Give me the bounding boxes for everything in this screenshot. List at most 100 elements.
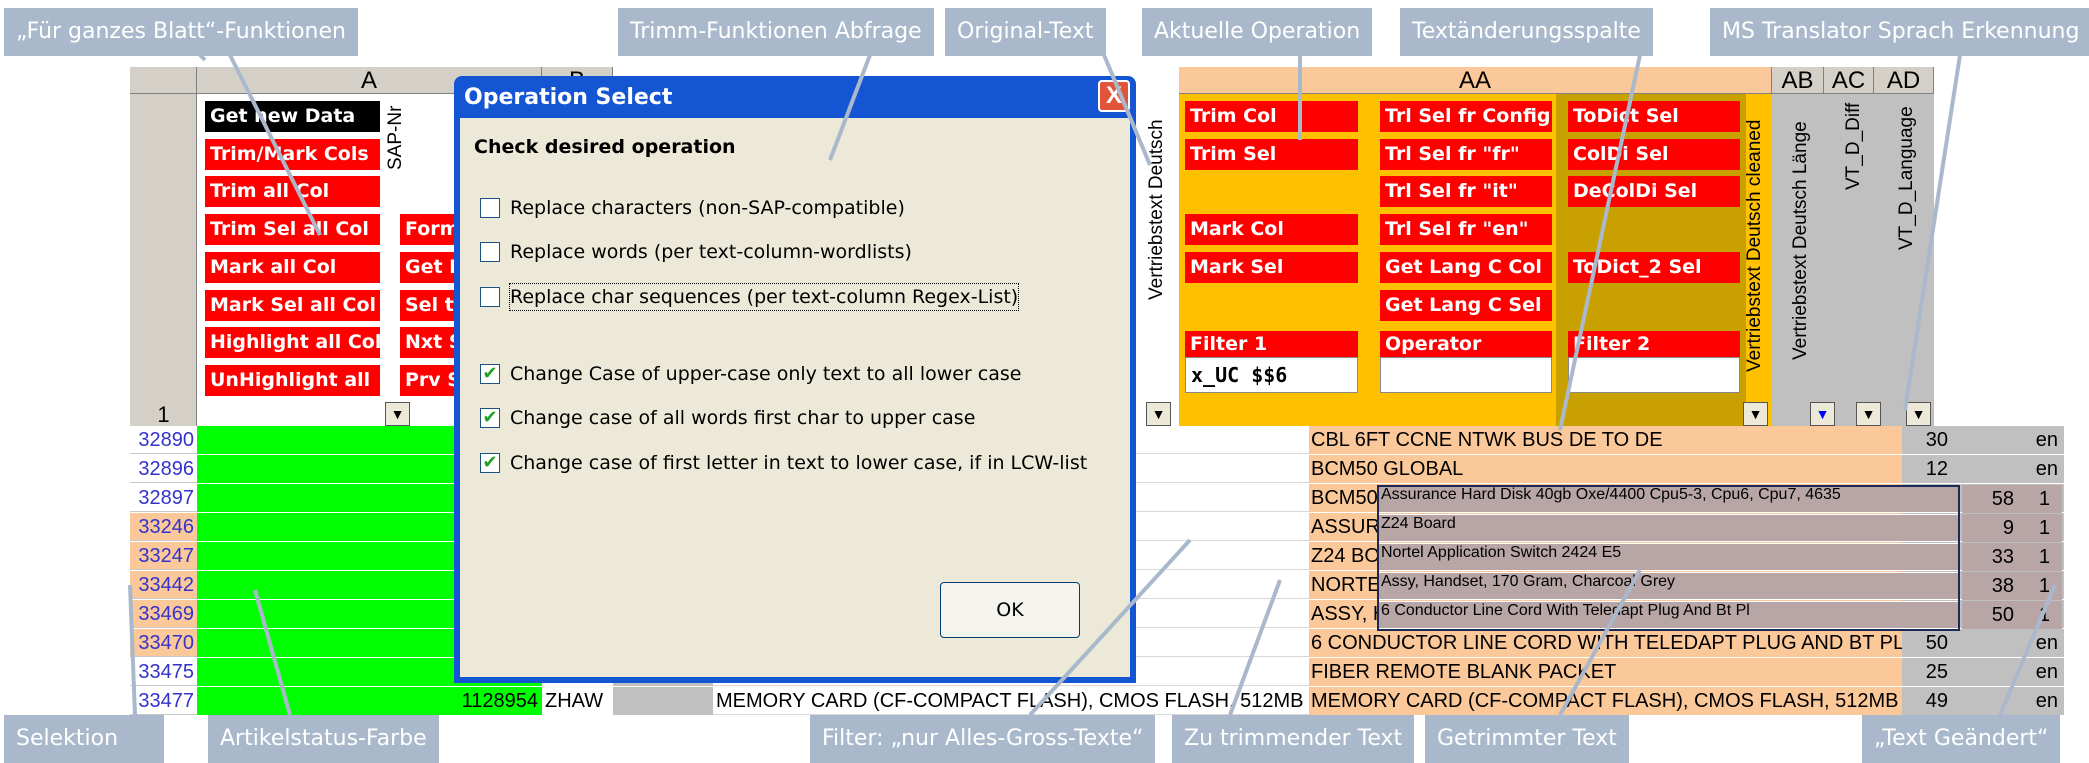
column-header-aa[interactable]: AA bbox=[1179, 67, 1772, 94]
mark-sel-all-col-button[interactable]: Mark Sel all Col bbox=[205, 290, 380, 321]
status-code-cell[interactable]: ZHAW bbox=[542, 687, 613, 715]
to-dict-sel-button[interactable]: ToDict Sel bbox=[1568, 101, 1740, 132]
mark-col-button[interactable]: Mark Col bbox=[1185, 214, 1358, 245]
cleaned-length-cell[interactable]: 38 bbox=[1962, 572, 2014, 600]
to-dict-2-sel-button[interactable]: ToDict_2 Sel bbox=[1568, 252, 1740, 283]
unhighlight-all-button[interactable]: UnHighlight all bbox=[205, 365, 380, 396]
filter-dropdown-ab[interactable]: ▼ bbox=[1810, 402, 1835, 426]
filter-dropdown-a[interactable]: ▼ bbox=[385, 402, 410, 426]
original-text-cell[interactable]: MEMORY CARD (CF-COMPACT FLASH), CMOS FLA… bbox=[713, 687, 1309, 715]
overlay-number-cells: 33 1 bbox=[1962, 543, 2062, 571]
next-sel-button[interactable]: Nxt S bbox=[400, 327, 460, 358]
row-number[interactable]: 33475 bbox=[130, 658, 197, 686]
callout-article-status-color: Artikelstatus-Farbe bbox=[208, 715, 439, 763]
cleaned-length-cell[interactable]: 33 bbox=[1962, 543, 2014, 571]
column-header-ad[interactable]: AD bbox=[1874, 67, 1934, 94]
text-changed-flag-cell[interactable]: 1 bbox=[2014, 572, 2050, 600]
row-number[interactable]: 33469 bbox=[130, 600, 197, 628]
text-to-trim-cell[interactable]: BCM50 GLOBAL bbox=[1309, 455, 1902, 483]
filter-2-input[interactable] bbox=[1568, 357, 1740, 393]
get-new-data-button[interactable]: Get new Data bbox=[205, 101, 380, 132]
language-cell[interactable]: en bbox=[1954, 687, 2064, 715]
sheet-corner[interactable] bbox=[130, 67, 197, 94]
callout-original-text: Original-Text bbox=[945, 8, 1106, 56]
text-changed-flag-cell[interactable]: 1 bbox=[2014, 601, 2050, 629]
coldi-sel-button[interactable]: ColDi Sel bbox=[1568, 139, 1740, 170]
prev-sel-button[interactable]: Prv S bbox=[400, 365, 460, 396]
length-cell[interactable]: 49 bbox=[1902, 687, 1954, 715]
text-changed-flag-cell[interactable]: 1 bbox=[2014, 543, 2050, 571]
callout-filter-upper-only: Filter: „nur Alles-Gross-Texte“ bbox=[810, 715, 1156, 763]
row-number[interactable]: 33247 bbox=[130, 542, 197, 570]
trim-mark-cols-button[interactable]: Trim/Mark Cols bbox=[205, 139, 380, 170]
row-number[interactable]: 32890 bbox=[130, 426, 197, 454]
checkbox-checked[interactable]: ✔ bbox=[480, 408, 500, 428]
trim-sel-button[interactable]: Trim Sel bbox=[1185, 139, 1358, 170]
translate-sel-config-button[interactable]: Trl Sel fr Config bbox=[1380, 101, 1552, 132]
language-cell[interactable]: en bbox=[1954, 658, 2064, 686]
overlay-number-cells: 91 bbox=[1962, 514, 2062, 542]
get-button[interactable]: Get I bbox=[400, 252, 460, 283]
row-number[interactable]: 33442 bbox=[130, 571, 197, 599]
translate-sel-fr-button[interactable]: Trl Sel fr "fr" bbox=[1380, 139, 1552, 170]
overlay-number-cells: 58 1 bbox=[1962, 485, 2062, 513]
checkbox-unchecked[interactable] bbox=[480, 242, 500, 262]
get-lang-sel-button[interactable]: Get Lang C Sel bbox=[1380, 290, 1552, 321]
row-number[interactable]: 33246 bbox=[130, 513, 197, 541]
callout-trimmed-text: Getrimmter Text bbox=[1425, 715, 1629, 763]
filter-1-input[interactable]: x_UC $$6 bbox=[1185, 357, 1358, 393]
filter-dropdown-z[interactable]: ▼ bbox=[1743, 402, 1768, 426]
mark-sel-button[interactable]: Mark Sel bbox=[1185, 252, 1358, 283]
checkbox-checked[interactable]: ✔ bbox=[480, 364, 500, 384]
text-to-trim-cell[interactable]: FIBER REMOTE BLANK PACKET bbox=[1309, 658, 1902, 686]
length-cell[interactable]: 25 bbox=[1902, 658, 1954, 686]
length-cell[interactable]: 50 bbox=[1902, 629, 1954, 657]
column-header-ab[interactable]: AB bbox=[1772, 67, 1824, 94]
length-cell[interactable]: 30 bbox=[1902, 426, 1954, 454]
trim-sel-all-col-button[interactable]: Trim Sel all Col bbox=[205, 214, 380, 245]
checkbox-unchecked[interactable] bbox=[480, 287, 500, 307]
length-cell[interactable]: 12 bbox=[1902, 455, 1954, 483]
row-number[interactable]: 33477 bbox=[130, 687, 197, 715]
text-to-trim-cell[interactable]: 6 CONDUCTOR LINE CORD WITH TELEDAPT PLUG… bbox=[1309, 629, 1902, 657]
text-changed-flag-cell[interactable]: 1 bbox=[2014, 514, 2050, 542]
cleaned-length-cell[interactable]: 9 bbox=[1962, 514, 2014, 542]
cleaned-length-cell[interactable]: 58 bbox=[1962, 485, 2014, 513]
mark-all-col-button[interactable]: Mark all Col bbox=[205, 252, 380, 283]
callout-selection: Selektion bbox=[4, 715, 164, 763]
text-changed-flag-cell[interactable]: 1 bbox=[2014, 485, 2050, 513]
get-lang-col-button[interactable]: Get Lang C Col bbox=[1380, 252, 1552, 283]
trim-all-col-button[interactable]: Trim all Col bbox=[205, 176, 380, 207]
checkbox-unchecked[interactable] bbox=[480, 198, 500, 218]
row-number[interactable]: 32896 bbox=[130, 455, 197, 483]
close-icon[interactable]: X bbox=[1098, 80, 1130, 112]
text-to-trim-cell[interactable]: CBL 6FT CCNE NTWK BUS DE TO DE bbox=[1309, 426, 1902, 454]
operator-label: Operator bbox=[1380, 331, 1552, 357]
highlight-all-col-button[interactable]: Highlight all Col bbox=[205, 327, 380, 358]
language-cell[interactable]: en bbox=[1954, 426, 2064, 454]
translate-sel-en-button[interactable]: Trl Sel fr "en" bbox=[1380, 214, 1552, 245]
checkbox-checked[interactable]: ✔ bbox=[480, 453, 500, 473]
sel-button[interactable]: Sel t bbox=[400, 290, 460, 321]
ok-button[interactable]: OK bbox=[940, 582, 1080, 638]
row-header-1[interactable] bbox=[130, 94, 197, 426]
gray-cell[interactable] bbox=[613, 687, 713, 715]
decoldi-sel-button[interactable]: DeColDi Sel bbox=[1568, 176, 1740, 207]
filter-dropdown-ad[interactable]: ▼ bbox=[1906, 402, 1931, 426]
cleaned-length-cell[interactable]: 50 bbox=[1962, 601, 2014, 629]
column-ab-title: Vertriebstext Deutsch Länge bbox=[1790, 121, 1811, 360]
translate-sel-it-button[interactable]: Trl Sel fr "it" bbox=[1380, 176, 1552, 207]
form-button[interactable]: Form bbox=[400, 214, 460, 245]
article-number-cell[interactable]: 1128954 bbox=[197, 687, 542, 715]
text-to-trim-cell[interactable]: MEMORY CARD (CF-COMPACT FLASH), CMOS FLA… bbox=[1309, 687, 1902, 715]
filter-dropdown-ac[interactable]: ▼ bbox=[1856, 402, 1881, 426]
language-cell[interactable]: en bbox=[1954, 629, 2064, 657]
operator-input[interactable] bbox=[1380, 357, 1552, 393]
column-header-ac[interactable]: AC bbox=[1824, 67, 1874, 94]
row-number[interactable]: 32897 bbox=[130, 484, 197, 512]
language-cell[interactable]: en bbox=[1954, 455, 2064, 483]
filter-dropdown-d[interactable]: ▼ bbox=[1146, 402, 1171, 426]
trim-col-button[interactable]: Trim Col bbox=[1185, 101, 1358, 132]
row-label: 1 bbox=[157, 402, 170, 427]
row-number[interactable]: 33470 bbox=[130, 629, 197, 657]
